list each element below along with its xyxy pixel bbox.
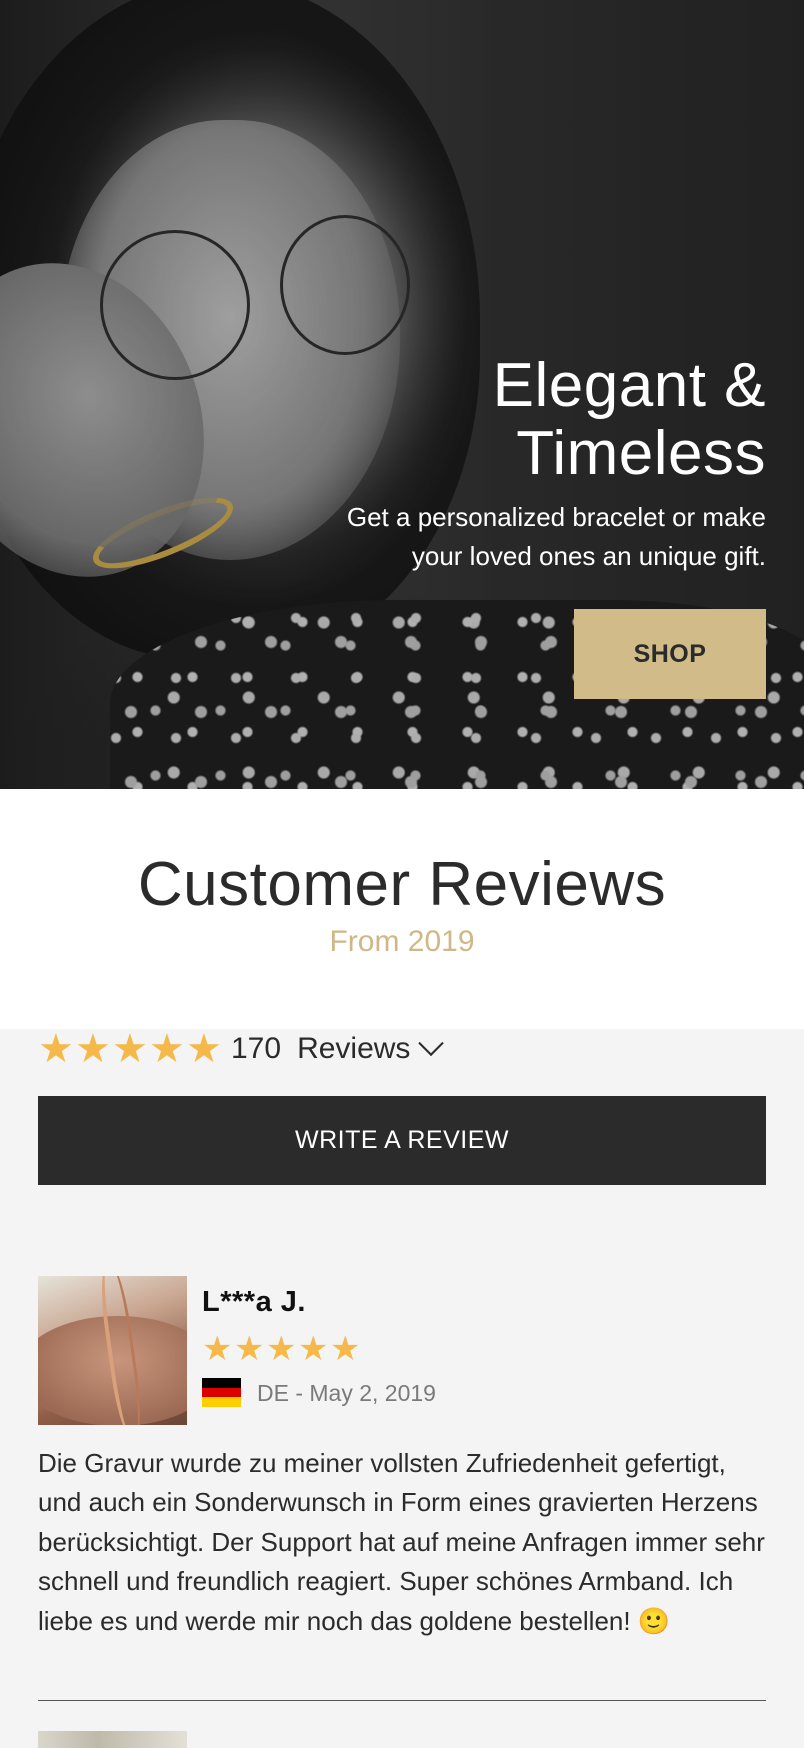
star-icon: ★ [298,1330,329,1368]
reviews-count: 170 [231,1032,282,1065]
star-icon: ★ [330,1330,361,1368]
hero-text: Elegant & Timeless Get a personalized br… [246,352,766,576]
reviews-label: Reviews [297,1032,411,1065]
star-icon: ★ [75,1027,111,1071]
hero-title-line: Elegant & [492,351,766,420]
review-rating-stars: ★ ★ ★ ★ ★ [202,1330,362,1368]
shop-button[interactable]: SHOP [574,609,766,699]
write-review-button[interactable]: WRITE A REVIEW [38,1096,766,1185]
star-icon: ★ [149,1027,185,1071]
star-icon: ★ [234,1330,265,1368]
chevron-down-icon[interactable] [418,1030,445,1057]
star-icon: ★ [38,1027,74,1071]
hero-title-line: Timeless [516,419,766,488]
rating-stars: ★ ★ ★ ★ ★ [38,1027,223,1071]
reviews-summary[interactable]: ★ ★ ★ ★ ★ 170 Reviews [38,1027,445,1071]
review-meta: DE - May 2, 2019 [257,1380,436,1406]
hero-subtitle-line: your loved ones an unique gift. [411,541,766,571]
hero-title: Elegant & Timeless [246,352,766,488]
hero-subtitle: Get a personalized bracelet or make your… [246,498,766,576]
review-divider [38,1700,766,1701]
reviews-title: Customer Reviews [137,850,667,919]
hero-banner: Elegant & Timeless Get a personalized br… [0,0,804,789]
star-icon: ★ [202,1330,233,1368]
reviews-header: Customer Reviews From 2019 [0,789,804,1029]
star-icon: ★ [266,1330,297,1368]
review-photo[interactable] [38,1731,187,1748]
star-icon: ★ [112,1027,148,1071]
review-photo[interactable] [38,1276,187,1425]
german-flag-icon [202,1378,241,1408]
hero-subtitle-line: Get a personalized bracelet or make [346,502,766,532]
review-body: Die Gravur wurde zu meiner vollsten Zufr… [38,1448,765,1636]
reviews-subtitle: From 2019 [329,925,475,958]
star-icon: ★ [186,1027,222,1071]
reviewer-name: L***a J. [202,1286,306,1318]
